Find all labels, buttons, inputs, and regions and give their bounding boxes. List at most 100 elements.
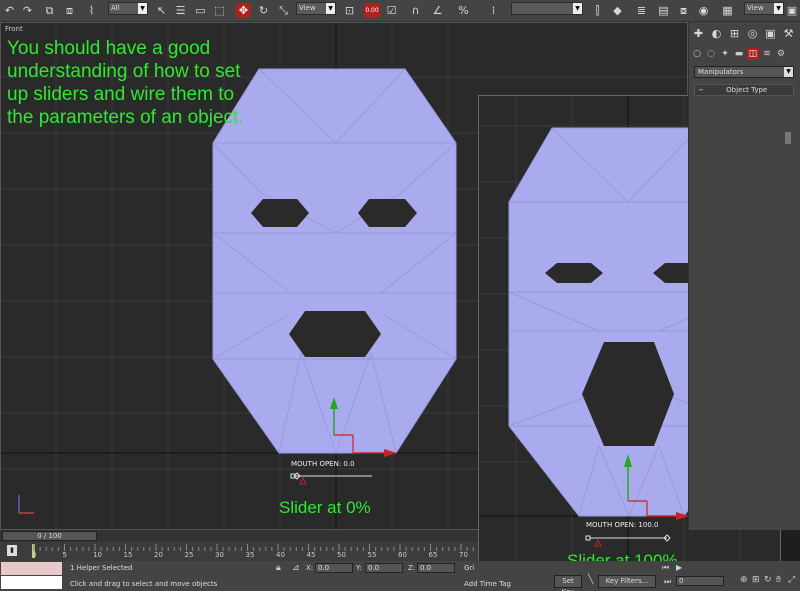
tick-label: 30 xyxy=(215,551,224,559)
tick-label: 35 xyxy=(245,551,255,559)
x-coord-field[interactable]: 0.0 xyxy=(315,563,353,573)
utilities-icon[interactable]: ⚒ xyxy=(781,26,796,41)
window-crossing-icon[interactable]: ⬚ xyxy=(212,3,227,18)
add-time-tag[interactable]: Add Time Tag xyxy=(464,580,511,588)
curve-editor-icon[interactable]: ▤ xyxy=(656,3,671,18)
key-filters-label: Key Filters... xyxy=(605,577,649,585)
cameras-icon[interactable]: ▬ xyxy=(733,48,745,60)
chevron-down-icon: ▼ xyxy=(138,3,147,14)
undo-icon[interactable]: ↶ xyxy=(2,3,17,18)
spacewarps-icon[interactable]: ≋ xyxy=(761,48,773,60)
reference-coord-dropdown[interactable]: View ▼ xyxy=(296,2,336,15)
render-view-value: View xyxy=(747,4,764,12)
select-move-icon[interactable]: ✥ xyxy=(236,3,251,18)
mouth-open-label-right: MOUTH OPEN: 100.0 xyxy=(586,521,659,529)
play-icon[interactable]: ▶ xyxy=(676,563,682,572)
percent-snap-icon[interactable]: % xyxy=(456,3,471,18)
select-rotate-icon[interactable]: ↻ xyxy=(256,3,271,18)
tick-label: 0 xyxy=(32,551,37,559)
render-view-dropdown[interactable]: View ▼ xyxy=(744,2,784,15)
z-coord-value: 0.0 xyxy=(420,564,432,572)
shapes-icon[interactable]: ◌ xyxy=(705,48,717,60)
select-object-icon[interactable]: ↖ xyxy=(154,3,169,18)
select-scale-icon[interactable]: ⤡ xyxy=(276,3,291,18)
tick-label: 45 xyxy=(306,551,316,559)
motion-icon[interactable]: ◎ xyxy=(745,26,760,41)
layer-icon[interactable]: ≣ xyxy=(634,3,649,18)
tick-label: 25 xyxy=(184,551,194,559)
face-mesh-closed[interactable] xyxy=(212,68,457,455)
trackbar-ticks xyxy=(33,544,474,551)
current-frame-field[interactable]: 0 xyxy=(676,576,724,586)
instruction-text: You should have a good understanding of … xyxy=(7,38,244,128)
selection-filter-dropdown[interactable]: All ▼ xyxy=(108,2,148,15)
tick-label: 5 xyxy=(62,551,67,559)
systems-icon[interactable]: ⚙ xyxy=(775,48,787,60)
mirror-icon[interactable]: ⫿ xyxy=(590,3,605,18)
hierarchy-icon[interactable]: ⊞ xyxy=(727,26,742,41)
key-mode-toggle-icon[interactable]: ⏭ xyxy=(664,577,671,587)
manipulator-slider-left[interactable] xyxy=(290,472,372,485)
set-key-label: Set Key xyxy=(562,577,575,591)
key-filters-button[interactable]: Key Filters... xyxy=(598,575,656,588)
absolute-mode-icon[interactable]: ⊿ xyxy=(292,563,300,573)
maximize-viewport-icon[interactable]: ⤢ xyxy=(788,575,795,585)
set-key-button[interactable]: Set Key xyxy=(554,575,582,591)
render-setup-icon[interactable]: ▦ xyxy=(720,3,735,18)
key-mode-icon[interactable]: ╲ xyxy=(588,575,593,585)
tick-label: 55 xyxy=(367,551,377,559)
rect-selection-icon[interactable]: ▭ xyxy=(193,3,208,18)
object-type-rollout[interactable]: − Object Type xyxy=(694,84,794,96)
select-by-name-icon[interactable]: ☰ xyxy=(173,3,188,18)
lock-selection-icon[interactable]: 🔒︎ xyxy=(276,563,281,573)
bind-space-warp-icon[interactable]: ⌇ xyxy=(84,3,99,18)
manipulate-icon[interactable]: ☑ xyxy=(384,3,399,18)
current-frame-value: 0 xyxy=(679,577,684,585)
maxscript-listener-pink[interactable] xyxy=(1,562,62,575)
spinner-snap-icon[interactable]: 0.00 xyxy=(364,3,380,18)
link-icon[interactable]: ⧉ xyxy=(42,3,57,18)
z-coord-field[interactable]: 0.0 xyxy=(417,563,455,573)
zoom-all-icon[interactable]: ⊞ xyxy=(752,575,760,585)
zoom-icon[interactable]: ⊕ xyxy=(740,575,748,585)
tick-label: 70 xyxy=(459,551,468,559)
lights-icon[interactable]: ✦ xyxy=(719,48,731,60)
tick-label: 60 xyxy=(398,551,407,559)
chevron-down-icon: ▼ xyxy=(774,3,783,14)
orbit-icon[interactable]: ↻ xyxy=(764,575,772,585)
modify-icon[interactable]: ◐ xyxy=(709,26,724,41)
y-coord-field[interactable]: 0.0 xyxy=(365,563,403,573)
go-to-start-icon[interactable]: ⏮ xyxy=(662,563,669,573)
material-editor-icon[interactable]: ◉ xyxy=(696,3,711,18)
edit-named-selection-icon[interactable]: ⁞ xyxy=(486,3,501,18)
helpers-icon[interactable]: ◫ xyxy=(747,48,759,60)
maxscript-listener-white[interactable] xyxy=(1,576,62,589)
pivot-icon[interactable]: ⊡ xyxy=(342,3,357,18)
geometry-icon[interactable]: ○ xyxy=(691,48,703,60)
time-slider[interactable]: 0 / 100 xyxy=(0,530,478,542)
unlink-icon[interactable]: ⧈ xyxy=(62,3,77,18)
prompt-line: Click and drag to select and move object… xyxy=(70,580,218,588)
helper-category-dropdown[interactable]: Manipulators ▼ xyxy=(694,66,794,78)
render-icon[interactable]: ▣ xyxy=(786,3,798,18)
create-icon[interactable]: ✚ xyxy=(691,26,706,41)
panel-scrollbar[interactable] xyxy=(785,132,791,144)
y-label: Y: xyxy=(356,564,362,572)
viewport-label[interactable]: Front xyxy=(5,25,23,33)
track-bar[interactable]: ▮ 0 5 10 15 20 25 30 35 40 45 50 55 60 65 70 xyxy=(0,542,478,561)
schematic-view-icon[interactable]: ⧇ xyxy=(676,3,691,18)
display-icon[interactable]: ▣ xyxy=(763,26,778,41)
main-toolbar: ↶ ↷ ⧉ ⧈ ⌇ All ▼ ↖ ☰ ▭ ⬚ ✥ ↻ ⤡ View ▼ ⊡ 0… xyxy=(0,0,800,22)
helper-category-value: Manipulators xyxy=(698,68,744,76)
snaps-icon[interactable]: ∩ xyxy=(408,3,423,18)
pan-icon[interactable]: ✋︎ xyxy=(776,575,781,585)
named-selection-dropdown[interactable]: ▼ xyxy=(511,2,583,15)
selection-status: 1 Helper Selected xyxy=(70,564,133,572)
tick-label: 10 xyxy=(93,551,102,559)
z-label: Z: xyxy=(408,564,416,572)
caption-slider-0: Slider at 0% xyxy=(279,498,371,517)
time-slider-thumb[interactable]: 0 / 100 xyxy=(2,531,97,541)
redo-icon[interactable]: ↷ xyxy=(20,3,35,18)
align-icon[interactable]: ◆ xyxy=(610,3,625,18)
angle-snap-icon[interactable]: ∠ xyxy=(430,3,445,18)
